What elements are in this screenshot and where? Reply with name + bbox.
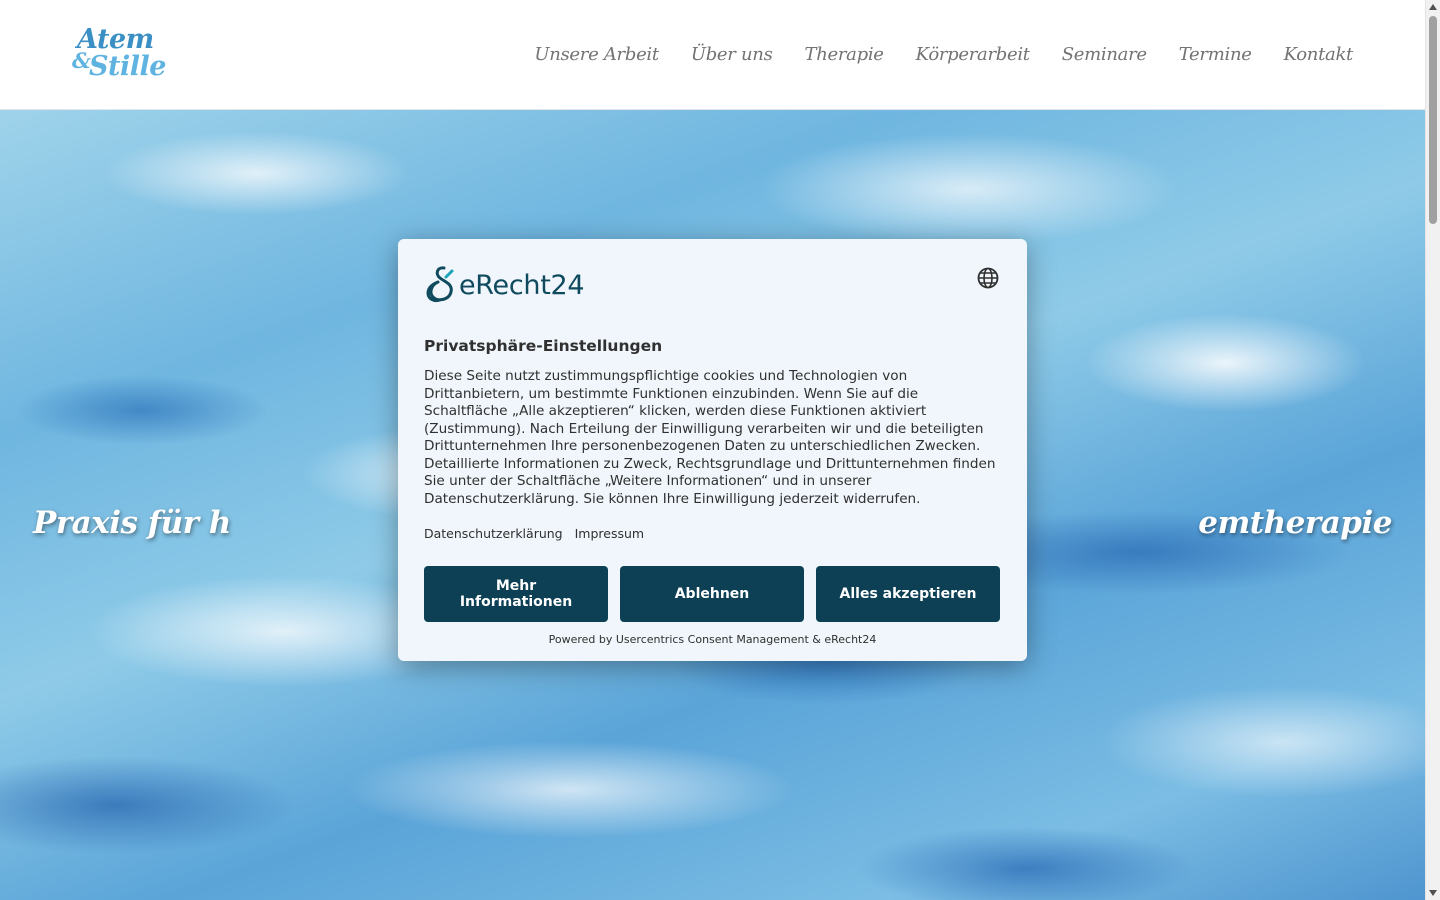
powered-by-note: Powered by Usercentrics Consent Manageme… bbox=[548, 633, 877, 646]
consent-title: Privatsphäre-Einstellungen bbox=[424, 337, 663, 355]
nav-item-termine[interactable]: Termine bbox=[1179, 44, 1252, 65]
scroll-up-icon[interactable] bbox=[1429, 4, 1437, 10]
globe-icon[interactable] bbox=[977, 267, 999, 289]
erecht24-mark-icon bbox=[426, 266, 454, 303]
page: Atem & Stille Unsere Arbeit Über uns The… bbox=[0, 0, 1440, 900]
imprint-link[interactable]: Impressum bbox=[575, 526, 644, 541]
consent-dialog: eRecht24 Privatsphäre-Einstellungen Dies… bbox=[398, 239, 1027, 661]
nav-item-koerperarbeit[interactable]: Körperarbeit bbox=[916, 44, 1030, 65]
nav-item-seminare[interactable]: Seminare bbox=[1062, 44, 1147, 65]
scroll-thumb[interactable] bbox=[1429, 16, 1437, 224]
scroll-down-icon[interactable] bbox=[1429, 890, 1437, 896]
nav-item-kontakt[interactable]: Kontakt bbox=[1284, 44, 1354, 65]
nav-item-ueber-uns[interactable]: Über uns bbox=[691, 44, 773, 65]
consent-description: Diese Seite nutzt zustimmungspflichtige … bbox=[424, 368, 996, 507]
nav-item-unsere-arbeit[interactable]: Unsere Arbeit bbox=[534, 44, 659, 65]
erecht24-logo: eRecht24 bbox=[424, 265, 585, 305]
main-nav: Unsere Arbeit Über uns Therapie Körperar… bbox=[534, 44, 1353, 65]
consent-links: Datenschutzerklärung Impressum bbox=[424, 526, 644, 541]
privacy-policy-link[interactable]: Datenschutzerklärung bbox=[424, 526, 563, 541]
page-scrollbar[interactable] bbox=[1425, 0, 1440, 900]
site-logo[interactable]: Atem & Stille bbox=[72, 24, 172, 88]
nav-item-therapie[interactable]: Therapie bbox=[805, 44, 884, 65]
erecht24-wordmark: eRecht24 bbox=[459, 269, 585, 301]
logo-word-stille: Stille bbox=[89, 51, 166, 82]
more-info-button[interactable]: Mehr Informationen bbox=[424, 566, 608, 622]
consent-buttons: Mehr Informationen Ablehnen Alles akzept… bbox=[424, 566, 1000, 622]
site-header: Atem & Stille Unsere Arbeit Über uns The… bbox=[0, 0, 1425, 110]
accept-all-button[interactable]: Alles akzeptieren bbox=[816, 566, 1000, 622]
decline-button[interactable]: Ablehnen bbox=[620, 566, 804, 622]
